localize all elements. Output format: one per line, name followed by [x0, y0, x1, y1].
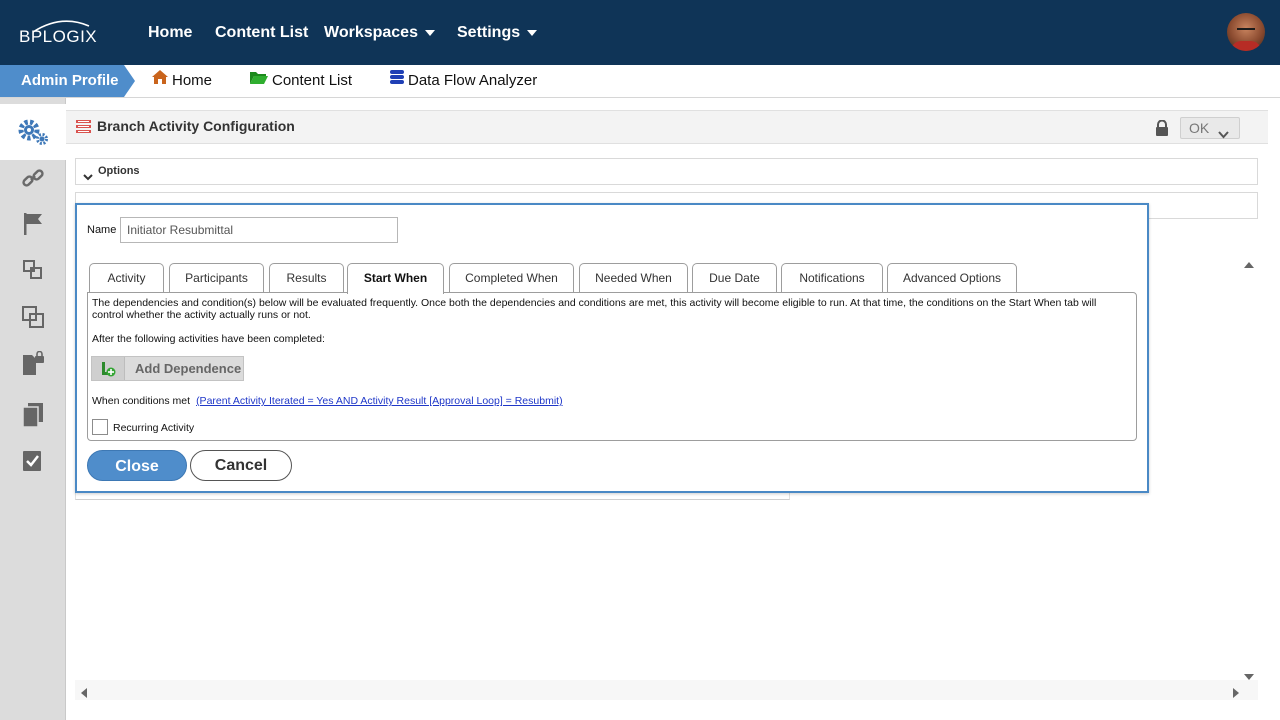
recurring-activity-checkbox[interactable] [92, 419, 108, 435]
list-config-icon [76, 120, 91, 138]
scroll-left-icon[interactable] [80, 685, 87, 703]
after-activities-label: After the following activities have been… [92, 333, 325, 345]
avatar-glasses [1237, 28, 1255, 32]
breadcrumb: Admin Profile Home Content List Data Flo… [0, 65, 1280, 98]
sidebar-item-links[interactable] [0, 155, 66, 201]
sidebar-item-settings[interactable] [0, 104, 66, 160]
when-conditions-row: When conditions met (Parent Activity Iter… [92, 395, 563, 407]
start-when-panel: The dependencies and condition(s) below … [87, 292, 1137, 441]
tab-advanced-options[interactable]: Advanced Options [887, 263, 1017, 294]
lock-icon[interactable] [1155, 119, 1169, 141]
sidebar-item-copy[interactable] [0, 392, 66, 438]
start-when-description: The dependencies and condition(s) below … [92, 297, 1097, 321]
tab-activity[interactable]: Activity [89, 263, 164, 294]
horizontal-scrollbar[interactable] [75, 680, 1258, 700]
condition-link[interactable]: (Parent Activity Iterated = Yes AND Acti… [196, 395, 563, 407]
folder-icon [249, 65, 269, 97]
sidebar-item-checked[interactable] [0, 438, 66, 484]
ok-label: OK [1189, 120, 1210, 136]
breadcrumb-admin-profile[interactable]: Admin Profile [0, 65, 135, 97]
breadcrumb-data-flow-analyzer[interactable]: Data Flow Analyzer [389, 65, 537, 97]
breadcrumb-home[interactable]: Home [151, 65, 212, 97]
overlap-boxes-icon [22, 306, 44, 328]
gears-icon [18, 119, 48, 145]
user-avatar[interactable] [1227, 13, 1265, 51]
sidebar-item-nested[interactable] [0, 247, 66, 293]
tab-start-when[interactable]: Start When [347, 263, 444, 294]
link-icon [22, 169, 44, 187]
sidebar-item-flags[interactable] [0, 201, 66, 247]
checked-document-icon [23, 451, 41, 471]
tab-due-date[interactable]: Due Date [692, 263, 777, 294]
nav-settings-label: Settings [457, 24, 521, 41]
chevron-down-icon [527, 29, 538, 36]
flag-icon [24, 213, 42, 235]
left-sidebar [0, 98, 66, 720]
chevron-down-icon [424, 29, 435, 36]
nav-workspaces[interactable]: Workspaces [324, 24, 435, 42]
avatar-shirt [1231, 41, 1261, 51]
when-conditions-label: When conditions met [92, 395, 191, 407]
add-dependence-button[interactable]: Add Dependence [91, 356, 244, 381]
recurring-activity-label: Recurring Activity [113, 422, 195, 434]
nav-workspaces-label: Workspaces [324, 24, 418, 41]
tab-completed-when[interactable]: Completed When [449, 263, 574, 294]
options-section-header[interactable]: Options [75, 158, 1258, 185]
scroll-right-icon[interactable] [1233, 685, 1240, 703]
database-icon [389, 65, 405, 97]
nested-boxes-icon [23, 260, 42, 279]
nav-home[interactable]: Home [148, 24, 192, 42]
locked-document-icon [23, 351, 44, 375]
add-dependence-label: Add Dependence [135, 361, 242, 376]
nav-settings[interactable]: Settings [457, 24, 538, 42]
tab-needed-when[interactable]: Needed When [579, 263, 688, 294]
breadcrumb-data-flow-analyzer-label: Data Flow Analyzer [408, 72, 538, 89]
bplogix-logo[interactable]: BPLOGIX [19, 20, 109, 50]
sidebar-item-locked[interactable] [0, 341, 66, 387]
logo-text: BPLOGIX [19, 27, 98, 46]
breadcrumb-home-label: Home [172, 72, 213, 89]
ok-dropdown-button[interactable]: OK [1180, 117, 1240, 139]
scroll-up-icon[interactable] [1244, 255, 1254, 273]
name-label: Name [87, 224, 117, 236]
cancel-button[interactable]: Cancel [190, 450, 292, 481]
top-navbar: BPLOGIX Home Content List Workspaces Set… [0, 0, 1280, 65]
tab-results[interactable]: Results [269, 263, 344, 294]
chevron-down-icon [1218, 124, 1229, 144]
panel-header: Branch Activity Configuration OK [66, 110, 1268, 144]
breadcrumb-content-list[interactable]: Content List [249, 65, 352, 97]
name-input[interactable] [120, 217, 398, 243]
nav-content-list[interactable]: Content List [215, 24, 308, 42]
branch-activity-dialog: Name Activity Participants Results Start… [75, 203, 1149, 493]
breadcrumb-content-list-label: Content List [272, 72, 353, 89]
home-icon [151, 65, 169, 97]
tab-notifications[interactable]: Notifications [781, 263, 883, 294]
options-section-label: Options [98, 165, 140, 177]
sidebar-item-overlap[interactable] [0, 294, 66, 340]
add-document-icon [92, 357, 125, 380]
close-button[interactable]: Close [87, 450, 187, 481]
tab-participants[interactable]: Participants [169, 263, 264, 294]
copy-document-icon [22, 403, 43, 428]
chevron-down-icon [83, 168, 93, 186]
panel-title: Branch Activity Configuration [97, 118, 295, 134]
